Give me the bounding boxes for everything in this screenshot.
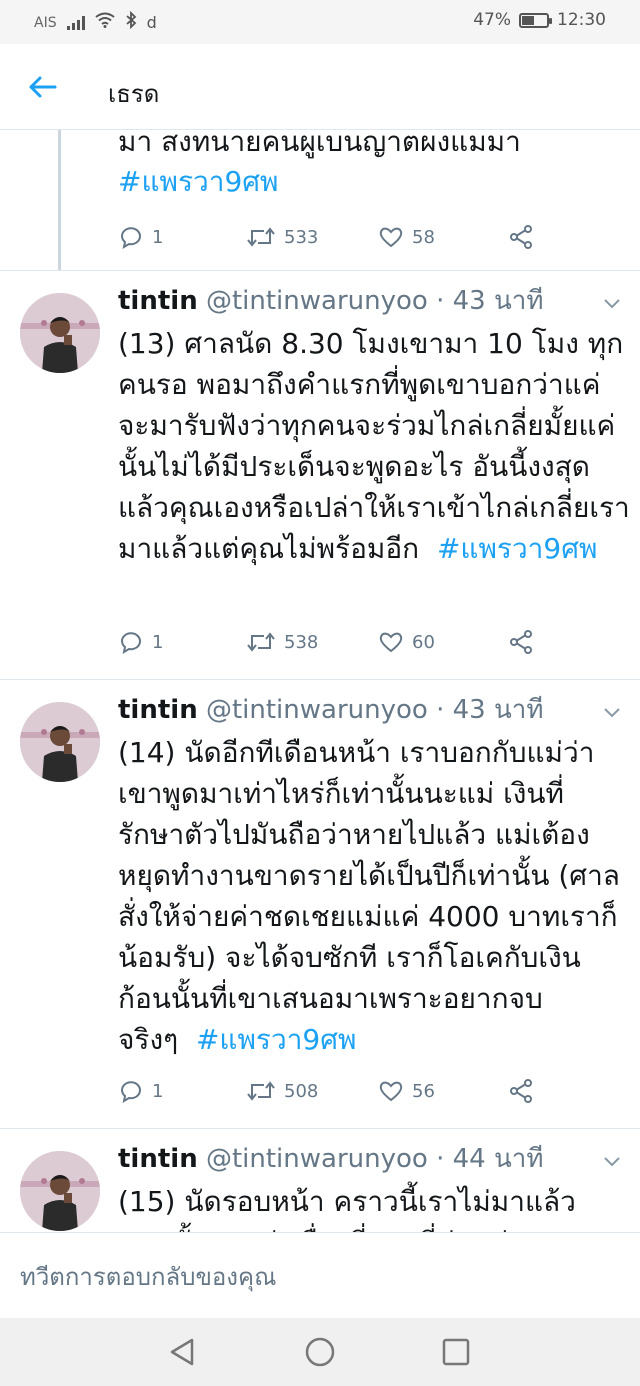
status-bar: AIS d 47% 12:30 — [0, 0, 640, 44]
tweet-menu-button[interactable] — [600, 702, 624, 722]
reply-button[interactable]: 1 — [118, 630, 163, 654]
thread-timeline[interactable]: มา สงทนายคนผูเบนญาตผงแมมา #แพรวา9ศพ 1 53… — [0, 130, 640, 1232]
tweet-menu-button[interactable] — [600, 293, 624, 313]
share-icon — [510, 225, 532, 249]
reply-icon — [120, 1081, 141, 1103]
battery-icon — [519, 12, 552, 28]
reply-composer[interactable]: ทวีตการตอบกลับของคุณ — [0, 1232, 640, 1318]
back-button[interactable] — [22, 70, 62, 104]
chevron-down-icon — [604, 299, 620, 309]
hashtag-link[interactable]: #แพรวา9ศพ — [118, 165, 279, 198]
reply-icon — [120, 227, 141, 249]
tweet-actions: 1 538 60 — [118, 627, 548, 657]
avatar[interactable] — [20, 293, 100, 373]
author-handle[interactable]: @tintinwarunyoo — [206, 286, 428, 316]
nav-back-button[interactable] — [164, 1334, 200, 1370]
battery-percent: 47% — [473, 10, 511, 30]
retweet-button[interactable]: 508 — [246, 1080, 318, 1102]
like-button[interactable]: 58 — [378, 225, 435, 249]
author-name[interactable]: tintin — [118, 1144, 198, 1174]
author-name[interactable]: tintin — [118, 695, 198, 725]
back-arrow-icon — [29, 76, 57, 98]
page-title: เธรด — [108, 80, 160, 108]
nav-back-icon — [170, 1338, 194, 1366]
like-icon — [379, 632, 403, 653]
tweet-header: tintin @tintinwarunyoo · 43 นาที — [118, 695, 544, 725]
retweet-button[interactable]: 538 — [246, 631, 318, 653]
retweet-icon — [247, 227, 275, 247]
author-name[interactable]: tintin — [118, 286, 198, 316]
retweet-icon — [247, 632, 275, 652]
reply-input[interactable]: ทวีตการตอบกลับของคุณ — [20, 1257, 276, 1296]
nav-recents-button[interactable] — [438, 1334, 474, 1370]
prev-tweet-text: มา สงทนายคนผูเบนญาตผงแมมา #แพรวา9ศพ — [118, 130, 521, 198]
tweet-card[interactable]: tintin @tintinwarunyoo · 44 นาที (15) นั… — [0, 1129, 640, 1232]
notification-letter: d — [146, 13, 157, 32]
bluetooth-icon — [125, 10, 137, 34]
clock: 12:30 — [557, 10, 606, 30]
retweet-button[interactable]: 533 — [246, 226, 318, 248]
system-nav-bar — [0, 1318, 640, 1386]
tweet-header: tintin @tintinwarunyoo · 44 นาที — [118, 1144, 544, 1174]
author-handle[interactable]: @tintinwarunyoo — [206, 1144, 428, 1174]
hashtag-link[interactable]: #แพรวา9ศพ — [437, 532, 598, 565]
tweet-header: tintin @tintinwarunyoo · 43 นาที — [118, 286, 544, 316]
author-handle[interactable]: @tintinwarunyoo — [206, 695, 428, 725]
avatar[interactable] — [20, 702, 100, 782]
chevron-down-icon — [604, 708, 620, 718]
thread-connector-line — [58, 130, 61, 270]
share-icon — [510, 1079, 532, 1103]
tweet-time: 44 นาที — [452, 1144, 544, 1174]
prev-tweet-actions: 1 533 58 — [118, 222, 548, 252]
hashtag-link[interactable]: #แพรวา9ศพ — [196, 1023, 357, 1056]
wifi-icon — [94, 12, 115, 33]
carrier-label: AIS — [34, 14, 57, 31]
tweet-actions: 1 508 56 — [118, 1076, 548, 1106]
reply-icon — [120, 632, 141, 654]
tweet-card[interactable]: tintin @tintinwarunyoo · 43 นาที (13) ศา… — [0, 271, 640, 679]
like-icon — [379, 1081, 403, 1102]
chevron-down-icon — [604, 1157, 620, 1167]
tweet-time: 43 นาที — [452, 695, 544, 725]
nav-recents-icon — [442, 1338, 470, 1366]
tweet-text: (15) นัดรอบหน้า คราวนี้เราไม่มาแล้ว ตอนน… — [118, 1185, 576, 1232]
reply-button[interactable]: 1 — [118, 225, 163, 249]
like-button[interactable]: 60 — [378, 630, 435, 654]
tweet-text: (13) ศาลนัด 8.30 โมงเขามา 10 โมง ทุกคนรอ… — [118, 327, 630, 565]
signal-icon — [66, 15, 85, 30]
share-button[interactable] — [508, 224, 534, 250]
nav-home-icon — [305, 1337, 335, 1367]
nav-home-button[interactable] — [302, 1334, 338, 1370]
share-button[interactable] — [508, 1078, 534, 1104]
share-button[interactable] — [508, 629, 534, 655]
app-header: เธรด — [0, 44, 640, 130]
like-icon — [379, 227, 403, 248]
tweet-menu-button[interactable] — [600, 1151, 624, 1171]
share-icon — [510, 630, 532, 654]
tweet-text: (14) นัดอีกทีเดือนหน้า เราบอกกับแม่ว่าเข… — [118, 736, 620, 1056]
retweet-icon — [247, 1081, 275, 1101]
tweet-card[interactable]: tintin @tintinwarunyoo · 43 นาที (14) นั… — [0, 680, 640, 1128]
like-button[interactable]: 56 — [378, 1079, 435, 1103]
reply-button[interactable]: 1 — [118, 1079, 163, 1103]
avatar[interactable] — [20, 1151, 100, 1231]
tweet-time: 43 นาที — [452, 286, 544, 316]
